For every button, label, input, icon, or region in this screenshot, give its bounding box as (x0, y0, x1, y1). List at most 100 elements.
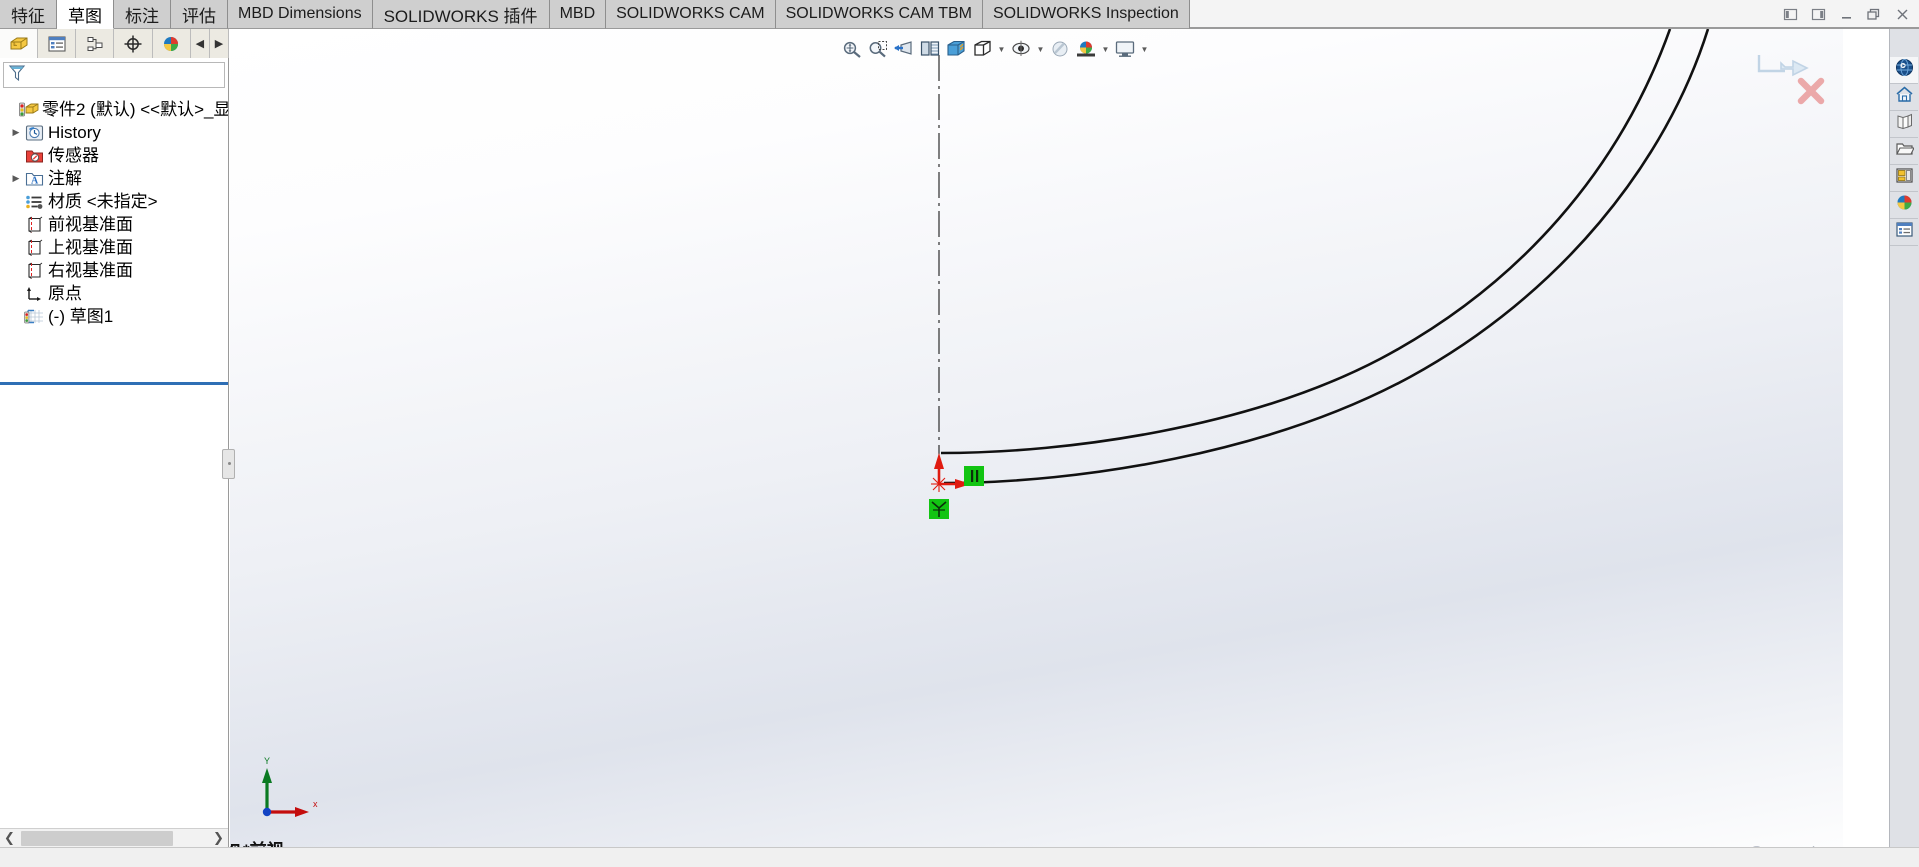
tree-item[interactable]: 零件2 (默认) <<默认>_显示状 (0, 98, 228, 121)
tree-item[interactable]: 上视基准面 (0, 236, 228, 259)
tree-filter-bar[interactable] (3, 62, 225, 88)
solidworks-resources-button[interactable] (1890, 57, 1918, 84)
view-settings-button[interactable] (1113, 36, 1137, 62)
tab-0[interactable]: 特征 (0, 0, 57, 29)
search-folder-button[interactable] (1890, 138, 1918, 165)
tree-item-label: 传感器 (48, 146, 99, 165)
tree-item[interactable]: 右视基准面 (0, 259, 228, 282)
tree-item[interactable]: ▶ A 注解 (0, 167, 228, 190)
tab-5[interactable]: SOLIDWORKS 插件 (372, 0, 550, 29)
feature-manager-toolbar: ◀ ▶ (0, 29, 229, 58)
feature-manager-design-tree-tab[interactable] (0, 29, 39, 58)
parallel-relation-badge (964, 466, 984, 486)
configuration-manager-tab[interactable] (76, 29, 115, 58)
plane-icon (24, 215, 45, 235)
fix-relation-badge (929, 499, 949, 519)
tree-item[interactable]: (-) 草图1 (0, 305, 228, 328)
appearances-scenes-button[interactable] (1890, 192, 1918, 219)
sketch-confirmation-corner (1755, 51, 1825, 109)
view-palette-icon (1895, 166, 1914, 190)
minimize-button[interactable] (1833, 3, 1859, 27)
lower-curve (943, 29, 1710, 485)
sw-resources-globe-icon (1895, 58, 1914, 82)
file-explorer-button[interactable] (1890, 111, 1918, 138)
scrollbar-thumb[interactable] (21, 830, 173, 846)
zoom-to-area-button[interactable] (866, 36, 890, 62)
tree-item-label: 前视基准面 (48, 215, 133, 234)
tab-3[interactable]: 评估 (171, 0, 228, 29)
appearances-sphere-icon (1895, 193, 1914, 217)
tree-rollback-bar[interactable] (0, 383, 228, 385)
sketch-geometry (929, 29, 1710, 519)
tree-item[interactable]: 原点 (0, 282, 228, 305)
custom-properties-icon (1895, 220, 1914, 244)
dock-left-button[interactable] (1777, 3, 1803, 27)
status-bar (0, 847, 1919, 867)
tree-item-label: 上视基准面 (48, 238, 133, 257)
panel-resize-handle[interactable] (222, 449, 235, 479)
feature-tree: 零件2 (默认) <<默认>_显示状 ▶ History 传感器 ▶ A 注解材质 <未指定… (0, 93, 228, 383)
display-style-button[interactable] (970, 36, 994, 62)
custom-properties-button[interactable] (1890, 219, 1918, 246)
tab-scroll-prev-button[interactable]: ◀ (190, 29, 210, 58)
history-icon (24, 123, 45, 143)
zoom-to-fit-button[interactable] (840, 36, 864, 62)
task-pane (1889, 29, 1919, 867)
hide-show-items-button[interactable] (1009, 36, 1033, 62)
tree-horizontal-scrollbar[interactable]: ❮ ❯ (0, 828, 228, 847)
scroll-right-arrow[interactable]: ❯ (209, 829, 228, 848)
tab-9[interactable]: SOLIDWORKS Inspection (982, 0, 1190, 29)
display-style-dropdown-caret-icon[interactable]: ▼ (996, 36, 1007, 62)
design-library-button[interactable] (1890, 84, 1918, 111)
plane-icon (24, 238, 45, 258)
tree-item[interactable]: ▶ History (0, 121, 228, 144)
plane-icon (24, 261, 45, 281)
dock-right-button[interactable] (1805, 3, 1831, 27)
tree-item-label: 注解 (48, 169, 82, 188)
triad-y-label: Y (264, 757, 270, 766)
annotations-icon: A (24, 169, 45, 189)
expand-arrow-icon[interactable]: ▶ (8, 171, 24, 187)
tree-item[interactable]: 传感器 (0, 144, 228, 167)
tab-4[interactable]: MBD Dimensions (228, 0, 373, 29)
view-orientation-button[interactable] (944, 36, 968, 62)
feature-manager-panel: ◀ ▶ 零件2 (默认) <<默认>_显示状 ▶ History 传感器 ▶ A 注解材质 … (0, 29, 235, 867)
scroll-left-arrow[interactable]: ❮ (0, 829, 19, 848)
tab-6[interactable]: MBD (549, 0, 607, 29)
tree-item-label: 材质 <未指定> (48, 192, 158, 211)
restore-button[interactable] (1861, 3, 1887, 27)
tab-scroll-next-button[interactable]: ▶ (209, 29, 229, 58)
tab-7[interactable]: SOLIDWORKS CAM (606, 0, 776, 29)
previous-view-button[interactable] (892, 36, 916, 62)
tab-8[interactable]: SOLIDWORKS CAM TBM (775, 0, 983, 29)
funnel-filter-icon (8, 63, 26, 88)
property-manager-tab[interactable] (38, 29, 77, 58)
apply-scene-button[interactable] (1074, 36, 1098, 62)
edit-appearance-button[interactable] (1048, 36, 1072, 62)
display-manager-tab[interactable] (152, 29, 191, 58)
apply-scene-dropdown-caret-icon[interactable]: ▼ (1100, 36, 1111, 62)
solidworks-window: 特征 草图 标注 评估 MBD Dimensions SOLIDWORKS 插件 MBD SO… (0, 0, 1919, 867)
close-button[interactable] (1889, 3, 1915, 27)
tree-item-label: 右视基准面 (48, 261, 133, 280)
dimxpert-manager-tab[interactable] (114, 29, 153, 58)
tree-item[interactable]: 前视基准面 (0, 213, 228, 236)
tab-1[interactable]: 草图 (57, 0, 114, 29)
part-root-icon (18, 100, 39, 120)
triad-x-label: x (313, 799, 318, 809)
material-icon (24, 192, 45, 212)
graphics-viewport[interactable]: ▼ ▼ ▼ ▼ Y x (230, 29, 1843, 867)
view-settings-dropdown-caret-icon[interactable]: ▼ (1139, 36, 1150, 62)
hide-show-items-dropdown-caret-icon[interactable]: ▼ (1035, 36, 1046, 62)
tab-2[interactable]: 标注 (114, 0, 171, 29)
section-view-button[interactable] (918, 36, 942, 62)
view-palette-button[interactable] (1890, 165, 1918, 192)
tree-item[interactable]: 材质 <未指定> (0, 190, 228, 213)
expand-arrow-icon[interactable]: ▶ (8, 125, 24, 141)
tree-item-label: History (48, 123, 101, 142)
